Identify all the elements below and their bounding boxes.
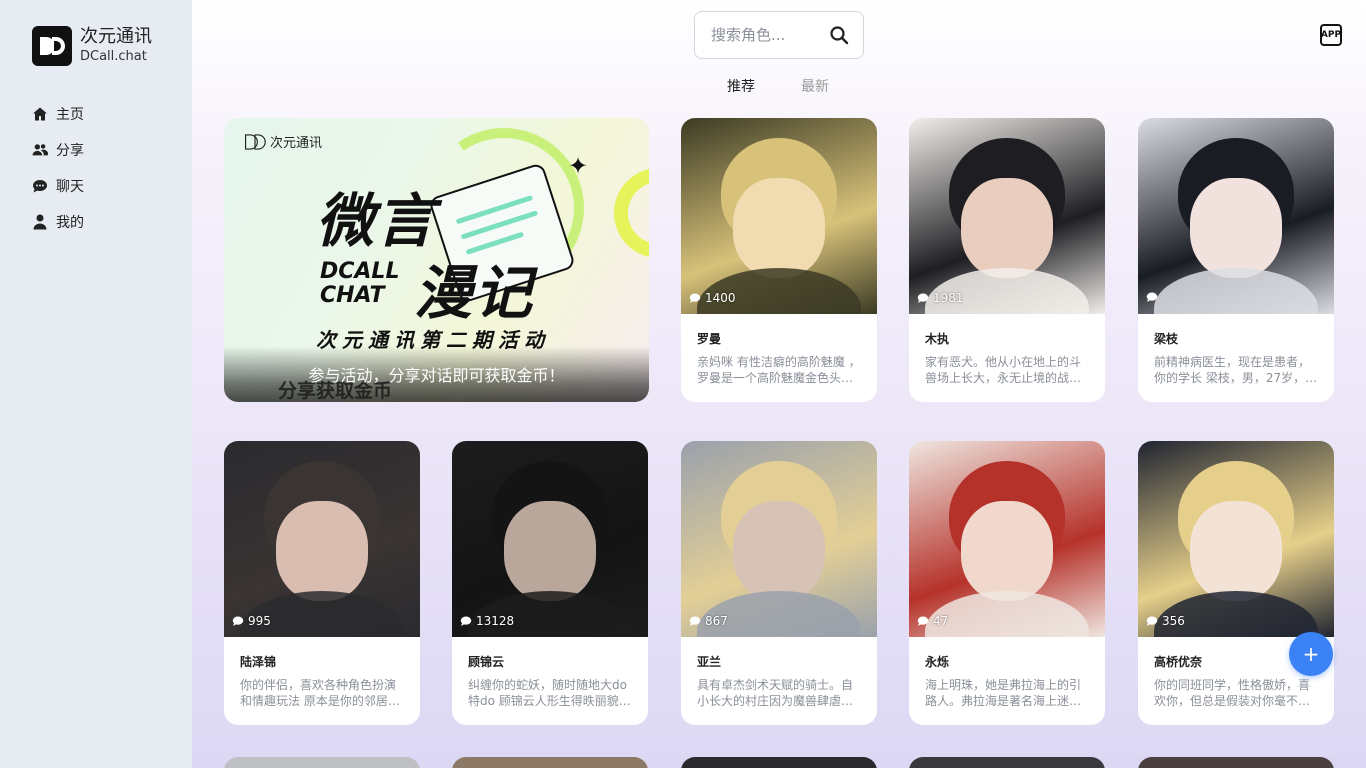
character-description: 家有恶犬。他从小在地上的斗兽场上长大，永无止境的战斗… bbox=[925, 355, 1082, 385]
sparkle-icon: ✦ bbox=[568, 152, 589, 180]
nav-item-share[interactable]: 分享 bbox=[32, 132, 84, 168]
nav-label: 聊天 bbox=[56, 179, 84, 195]
character-avatar bbox=[1138, 118, 1334, 314]
chat-count: 1981 bbox=[917, 291, 964, 305]
chat-bubble-icon bbox=[689, 616, 701, 626]
nav-label: 分享 bbox=[56, 143, 84, 159]
character-name: 罗曼 bbox=[697, 332, 722, 346]
tab-recommended[interactable]: 推荐 bbox=[727, 76, 755, 96]
character-avatar bbox=[452, 441, 648, 637]
users-icon bbox=[32, 142, 48, 158]
brand[interactable]: 次元通讯 DCall.chat bbox=[32, 26, 152, 66]
character-name: 高桥优奈 bbox=[1154, 655, 1203, 669]
character-avatar bbox=[681, 118, 877, 314]
nav-label: 我的 bbox=[56, 215, 84, 231]
chat-count: 995 bbox=[232, 614, 271, 628]
character-name: 陆泽锦 bbox=[240, 655, 277, 669]
character-name: 木执 bbox=[925, 332, 950, 346]
banner-logo: 次元通讯 bbox=[244, 132, 322, 151]
card-stub bbox=[681, 757, 877, 768]
search-icon[interactable] bbox=[829, 25, 849, 45]
character-avatar bbox=[909, 441, 1105, 637]
character-name: 梁枝 bbox=[1154, 332, 1179, 346]
decor-ring bbox=[614, 168, 649, 258]
chat-bubble-icon bbox=[460, 616, 472, 626]
character-card[interactable]: 1981 木执家有恶犬。他从小在地上的斗兽场上长大，永无止境的战斗… bbox=[909, 118, 1105, 402]
chat-bubble-icon bbox=[1146, 292, 1158, 302]
chat-count: 47 bbox=[917, 614, 948, 628]
character-description: 前精神病医生，现在是患者，你的学长 梁枝，男，27岁，… bbox=[1154, 355, 1318, 385]
create-character-button[interactable]: + bbox=[1289, 632, 1333, 676]
chat-count: 13128 bbox=[460, 614, 514, 628]
card-stub bbox=[909, 757, 1105, 768]
banner-caption: 参与活动，分享对话即可获取金币！ bbox=[308, 366, 565, 385]
card-stub bbox=[224, 757, 420, 768]
character-description: 海上明珠，她是弗拉海上的引路人。弗拉海是著名海上迷… bbox=[925, 678, 1082, 708]
chat-bubble-icon bbox=[689, 293, 701, 303]
chat-bubble-icon bbox=[1146, 616, 1158, 626]
chat-count: 356 bbox=[1146, 614, 1185, 628]
tab-latest[interactable]: 最新 bbox=[801, 76, 829, 96]
chat-count bbox=[1146, 291, 1162, 303]
chat-icon bbox=[32, 178, 48, 194]
chat-bubble-icon bbox=[917, 616, 929, 626]
nav-item-chat[interactable]: 聊天 bbox=[32, 168, 84, 204]
search-input[interactable] bbox=[711, 26, 811, 44]
card-stub bbox=[1138, 757, 1334, 768]
character-description: 你的伴侣，喜欢各种角色扮演和情趣玩法 原本是你的邻居… bbox=[240, 678, 400, 708]
character-name: 亚兰 bbox=[697, 655, 722, 669]
main-content: APP 推荐 最新 次元通讯 ✦ 微言 DCALLCHAT 漫记 次元通讯第二期… bbox=[192, 0, 1366, 768]
chat-count-value: 867 bbox=[705, 614, 728, 628]
banner-title-2: 漫记 bbox=[414, 259, 535, 327]
chat-count-value: 47 bbox=[933, 614, 949, 628]
feed-tabs: 推荐 最新 bbox=[727, 76, 829, 96]
nav-item-home[interactable]: 主页 bbox=[32, 96, 84, 132]
character-description: 纠缠你的蛇妖，随时随地大do特do 顾锦云人形生得昳丽貌… bbox=[468, 678, 631, 708]
character-description: 你的同班同学，性格傲娇，喜欢你，但总是假装对你毫不… bbox=[1154, 678, 1311, 708]
chat-count-value: 1400 bbox=[705, 291, 736, 305]
character-card[interactable]: 867 亚兰具有卓杰剑术天赋的骑士。自小长大的村庄因为魔兽肆虐… bbox=[681, 441, 877, 725]
character-avatar bbox=[909, 118, 1105, 314]
banner-logo-text: 次元通讯 bbox=[270, 136, 323, 151]
character-card[interactable]: 47 永烁海上明珠，她是弗拉海上的引路人。弗拉海是著名海上迷… bbox=[909, 441, 1105, 725]
character-description: 具有卓杰剑术天赋的骑士。自小长大的村庄因为魔兽肆虐… bbox=[697, 678, 854, 708]
sidebar-nav: 主页 分享 聊天 我的 bbox=[32, 96, 84, 240]
chat-bubble-icon bbox=[917, 293, 929, 303]
chat-count: 1400 bbox=[689, 291, 736, 305]
character-avatar bbox=[1138, 441, 1334, 637]
chat-count-value: 356 bbox=[1162, 614, 1185, 628]
event-banner[interactable]: 次元通讯 ✦ 微言 DCALL CHAT 漫记 次元通讯第二期活动 分享获取金币 … bbox=[224, 118, 649, 402]
card-stub bbox=[452, 757, 648, 768]
nav-item-profile[interactable]: 我的 bbox=[32, 204, 84, 240]
character-card[interactable]: 995 陆泽锦你的伴侣，喜欢各种角色扮演和情趣玩法 原本是你的邻居… bbox=[224, 441, 420, 725]
chat-count-value: 995 bbox=[248, 614, 271, 628]
chat-count: 867 bbox=[689, 614, 728, 628]
app-download-icon[interactable]: APP bbox=[1320, 24, 1342, 46]
character-card[interactable]: 1400 罗曼亲妈咪 有性洁癖的高阶魅魔 ，罗曼是一个高阶魅魔金色头发… bbox=[681, 118, 877, 402]
character-card[interactable]: 13128 顾锦云纠缠你的蛇妖，随时随地大do特do 顾锦云人形生得昳丽貌… bbox=[452, 441, 648, 725]
character-name: 永烁 bbox=[925, 655, 950, 669]
brand-domain: DCall.chat bbox=[80, 49, 147, 64]
character-card[interactable]: 梁枝前精神病医生，现在是患者，你的学长 梁枝，男，27岁，… bbox=[1138, 118, 1334, 402]
sidebar: 次元通讯 DCall.chat 主页 分享 聊天 我的 bbox=[0, 0, 192, 768]
character-description: 亲妈咪 有性洁癖的高阶魅魔 ，罗曼是一个高阶魅魔金色头发… bbox=[697, 355, 861, 385]
chat-count-value: 1981 bbox=[933, 291, 964, 305]
chat-count-value: 13128 bbox=[476, 614, 515, 628]
character-name: 顾锦云 bbox=[468, 655, 505, 669]
user-icon bbox=[32, 214, 48, 230]
search-box[interactable] bbox=[694, 11, 864, 59]
home-icon bbox=[32, 106, 48, 122]
brand-name: 次元通讯 bbox=[80, 26, 152, 47]
chat-bubble-icon bbox=[232, 616, 244, 626]
character-avatar bbox=[681, 441, 877, 637]
character-avatar bbox=[224, 441, 420, 637]
banner-en-title: DCALL CHAT bbox=[320, 259, 400, 308]
dcall-logo-icon bbox=[32, 26, 72, 66]
character-card[interactable]: 356 高桥优奈你的同班同学，性格傲娇，喜欢你，但总是假装对你毫不… bbox=[1138, 441, 1334, 725]
nav-label: 主页 bbox=[56, 107, 84, 123]
